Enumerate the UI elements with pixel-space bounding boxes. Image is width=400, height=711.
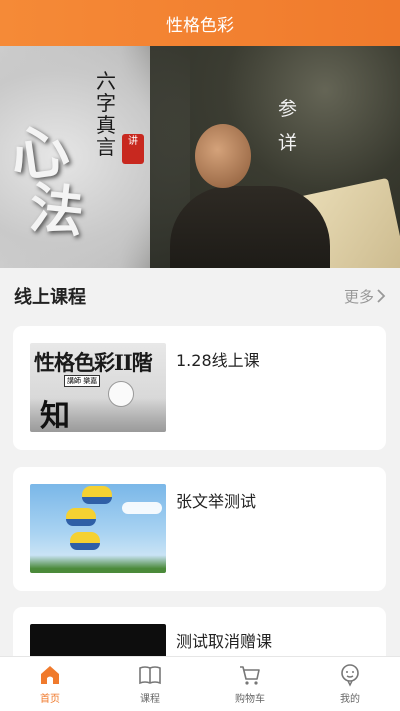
course-card[interactable]: 性格色彩II階 講師 樂嘉 知 1.28线上课 bbox=[13, 326, 386, 450]
banner-monk-robe bbox=[170, 186, 330, 268]
book-icon bbox=[139, 666, 161, 685]
chevron-right-icon bbox=[377, 289, 386, 303]
course-thumbnail: 性格色彩II階 講師 樂嘉 知 bbox=[30, 343, 166, 432]
tab-label: 我的 bbox=[340, 694, 360, 705]
home-icon bbox=[41, 666, 59, 684]
banner-monk-head bbox=[195, 124, 251, 188]
thumb-minion bbox=[70, 532, 100, 550]
page-title: 性格色彩 bbox=[166, 15, 234, 36]
profile-icon bbox=[341, 664, 359, 687]
tab-profile[interactable]: 我的 bbox=[300, 657, 400, 711]
course-title: 张文举测试 bbox=[176, 492, 257, 511]
cart-icon bbox=[240, 666, 260, 685]
thumb-cartoon-figure bbox=[108, 381, 134, 407]
course-title: 1.28线上课 bbox=[176, 351, 260, 370]
tab-courses[interactable]: 课程 bbox=[100, 657, 200, 711]
more-label: 更多 bbox=[343, 287, 374, 306]
thumb-tag-text: 講師 樂嘉 bbox=[64, 375, 101, 387]
thumb-cloud bbox=[122, 502, 162, 514]
thumb-char-text: 知 bbox=[40, 399, 70, 432]
tab-label: 首页 bbox=[40, 694, 60, 705]
banner-seal: 讲 bbox=[122, 134, 144, 164]
banner-subtitle: 六字真言 bbox=[96, 69, 116, 159]
section-title: 线上课程 bbox=[14, 287, 86, 308]
course-thumbnail bbox=[30, 484, 166, 573]
course-card[interactable]: 张文举测试 bbox=[13, 467, 386, 591]
section-header: 线上课程 更多 bbox=[0, 268, 400, 324]
thumb-minion bbox=[66, 508, 96, 526]
banner-side-text: 参详 bbox=[278, 98, 298, 154]
tab-cart[interactable]: 购物车 bbox=[200, 657, 300, 711]
thumb-title-text: 性格色彩II階 bbox=[34, 350, 153, 375]
more-link[interactable]: 更多 bbox=[344, 286, 386, 307]
banner-calligraphy-2: 法 bbox=[26, 175, 87, 245]
hero-banner[interactable]: 心 法 六字真言 讲 参详 bbox=[0, 46, 400, 268]
tab-label: 课程 bbox=[140, 694, 160, 705]
tab-home[interactable]: 首页 bbox=[0, 657, 100, 711]
tab-label: 购物车 bbox=[235, 694, 265, 705]
bottom-tab-bar: 首页 课程 购物车 我的 bbox=[0, 656, 400, 711]
top-bar: 性格色彩 bbox=[0, 0, 400, 46]
thumb-minion bbox=[82, 486, 112, 504]
